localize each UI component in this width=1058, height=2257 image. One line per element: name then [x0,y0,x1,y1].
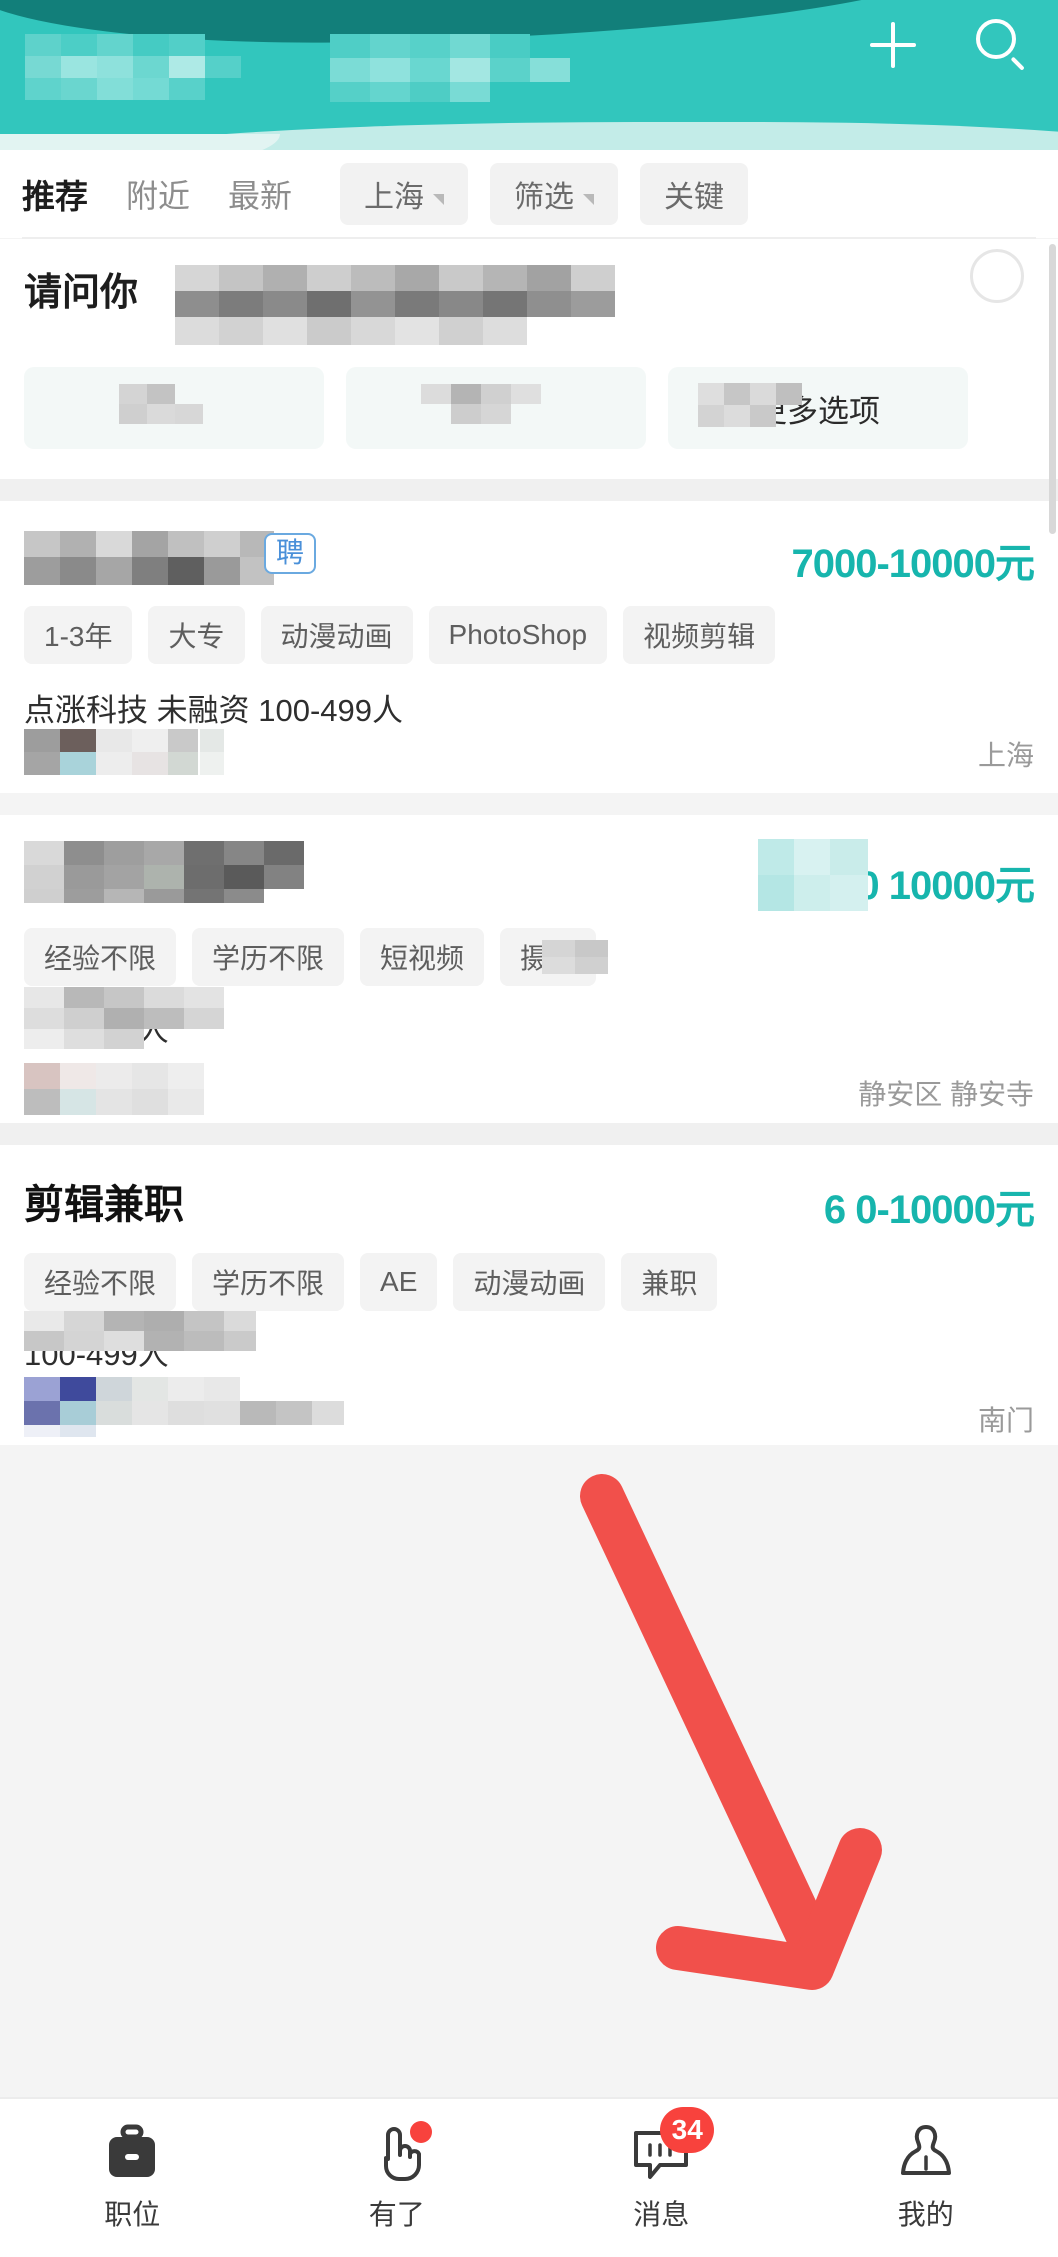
nav-item-jobs-label: 职位 [104,2199,161,2230]
job-3-location: 南门 [977,1405,1034,1436]
job-1-salary: 7000-10000元 [791,542,1035,586]
briefcase-icon [101,2123,163,2181]
nav-item-messages[interactable]: 34 消息 [529,2099,794,2257]
section-separator-2 [0,1123,1058,1145]
job-1-avatar-censored [24,729,224,775]
header-wave-light-small [0,134,280,150]
promo-close-icon[interactable] [970,249,1024,303]
job-1-tag-3[interactable]: PhotoShop [428,606,608,664]
job-1-tag-2[interactable]: 动漫动画 [260,606,413,664]
header-subtitle-censored [330,34,570,102]
promo-question-censored [175,265,615,345]
header-title-censored [25,34,241,100]
tab-recommended[interactable]: 推荐 [22,170,88,218]
tab-newest[interactable]: 最新 [228,171,292,217]
app-root: 推荐 附近 最新 上海 筛选 关键 请问你 更多选项 聘 7000-10000元… [0,0,1058,2257]
nav-messages-count-badge: 34 [660,2107,715,2153]
job-1-company: 点涨科技 未融资 100-499人 [24,693,403,728]
job-2-salary-censored [758,839,868,911]
nav-item-profile[interactable]: 我的 [794,2099,1058,2257]
filter-chip-group: 上海 筛选 关键 [340,163,749,225]
filter-chip-keyword[interactable]: 关键 [640,163,749,225]
section-separator [0,479,1058,501]
promo-option-2-censored [421,384,541,424]
nav-item-messages-label: 消息 [633,2199,690,2230]
promo-option-1[interactable] [24,367,324,449]
job-card-3[interactable]: 剪辑兼职 6 0-10000元 经验不限 学历不限 AE 动漫动画 兼职 100… [0,1145,1058,1445]
chat-bubble-icon: 34 [630,2107,715,2181]
job-card-1[interactable]: 聘 7000-10000元 1-3年 大专 动漫动画 PhotoShop 视频剪… [0,501,1058,793]
promo-option-more[interactable]: 更多选项 [668,367,968,449]
nav-item-haveit[interactable]: 有了 [265,2099,530,2257]
header-actions [862,14,1032,76]
job-3-tag-4[interactable]: 兼职 [621,1253,718,1311]
job-3-tag-1[interactable]: 学历不限 [192,1253,345,1311]
promo-option-more-censored [698,383,802,427]
promo-question-card[interactable]: 请问你 更多选项 [0,239,1058,479]
job-2-location: 静安区 静安寺 [858,1079,1034,1110]
filter-chip-filters[interactable]: 筛选 [490,163,619,225]
job-3-avatar-censored [24,1377,344,1437]
filter-chip-keyword-label: 关键 [664,181,725,214]
filter-chip-city[interactable]: 上海 [340,163,469,225]
promo-option-group: 更多选项 [24,367,968,449]
nav-item-haveit-label: 有了 [368,2199,425,2230]
job-3-salary: 6 0-10000元 [823,1188,1035,1232]
job-1-title-censored [24,531,274,585]
app-header [0,0,1058,150]
job-2-tag-3[interactable]: 摄影 [500,928,609,986]
job-2-tag-2[interactable]: 短视频 [360,928,485,986]
job-3-tag-0[interactable]: 经验不限 [24,1253,177,1311]
filter-chip-city-label: 上海 [364,181,425,214]
hand-tap-icon [366,2121,432,2181]
job-2-title-censored [24,841,304,903]
job-1-location: 上海 [977,740,1034,771]
job-2-tag-1[interactable]: 学历不限 [192,928,345,986]
promo-question-text: 请问你 [24,272,139,314]
person-icon [895,2123,957,2181]
job-2-company-censored [24,987,224,1049]
tab-filter-bar: 推荐 附近 最新 上海 筛选 关键 [0,150,1058,238]
scrollbar-thumb[interactable] [1049,244,1056,534]
job-2-tag-0[interactable]: 经验不限 [24,928,177,986]
job-1-tag-group: 1-3年 大专 动漫动画 PhotoShop 视频剪辑 [24,606,776,664]
promo-option-1-censored [119,384,203,424]
chevron-down-icon [433,193,445,205]
job-1-recruit-badge: 聘 [264,533,317,574]
job-card-2[interactable]: 50 10000元 经验不限 学历不限 短视频 摄影 10 [0,815,1058,1123]
search-icon[interactable] [970,14,1032,76]
promo-option-2[interactable] [346,367,646,449]
filter-chip-filters-label: 筛选 [514,181,575,214]
job-3-company-censored [24,1311,256,1351]
chevron-down-icon [583,193,595,205]
tab-group: 推荐 附近 最新 [22,170,292,218]
job-3-title: 剪辑兼职 [24,1183,184,1227]
nav-item-profile-label: 我的 [897,2199,954,2230]
job-2-avatar-censored [24,1063,204,1115]
nav-item-jobs[interactable]: 职位 [0,2099,265,2257]
job-3-tag-2[interactable]: AE [360,1253,438,1311]
job-3-tag-group: 经验不限 学历不限 AE 动漫动画 兼职 [24,1253,718,1311]
bottom-navigation: 职位 有了 34 消息 我的 [0,2097,1058,2257]
job-1-tag-1[interactable]: 大专 [148,606,245,664]
job-2-tag-censored [542,940,609,974]
tab-nearby[interactable]: 附近 [126,171,190,217]
annotation-arrow-icon [580,1474,882,1990]
job-2-tag-group: 经验不限 学历不限 短视频 摄影 [24,928,609,986]
nav-haveit-dot-badge [409,2121,432,2143]
job-3-tag-3[interactable]: 动漫动画 [453,1253,606,1311]
job-1-tag-4[interactable]: 视频剪辑 [623,606,776,664]
job-1-tag-0[interactable]: 1-3年 [24,606,133,664]
plus-icon[interactable] [862,14,924,76]
